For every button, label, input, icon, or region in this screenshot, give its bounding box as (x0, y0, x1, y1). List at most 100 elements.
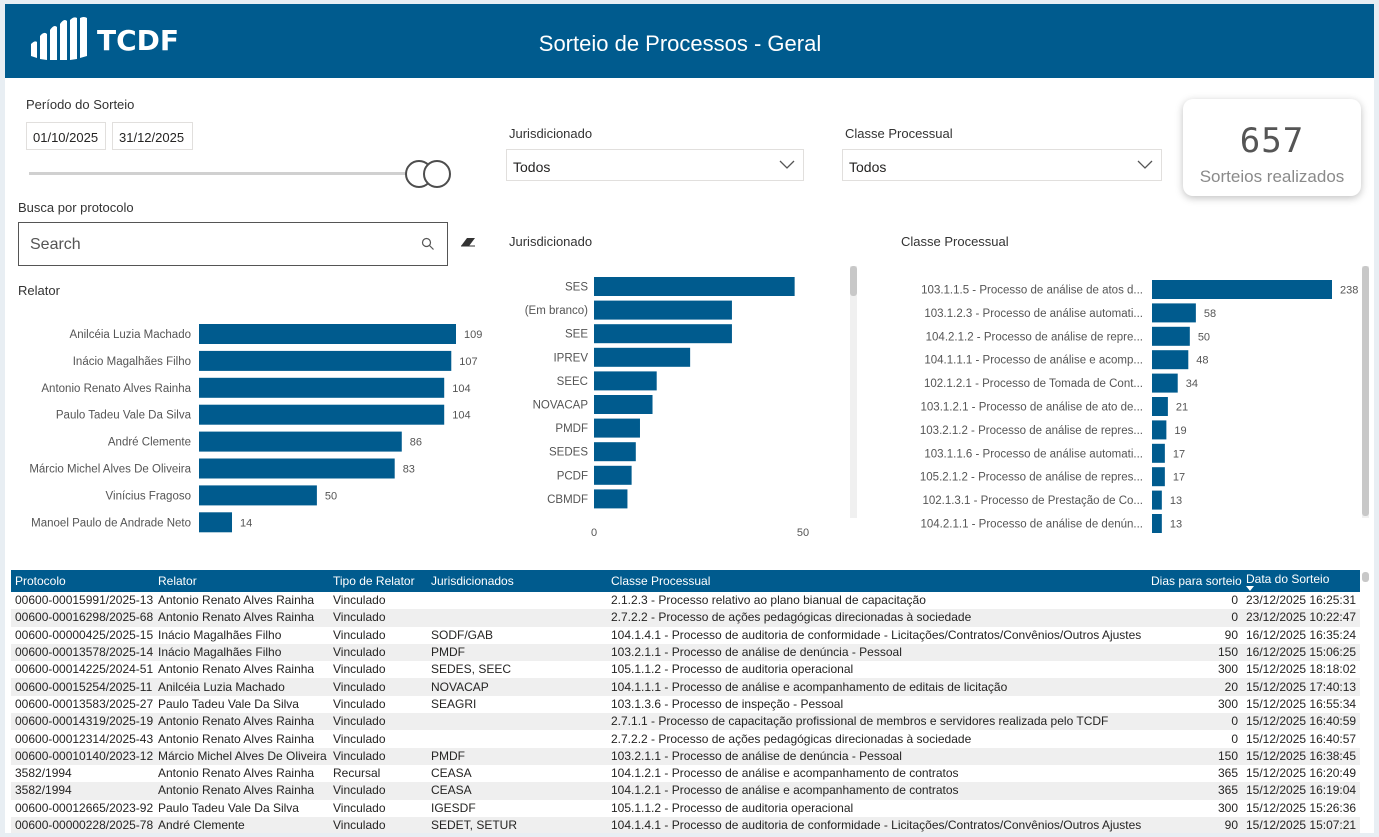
bar[interactable] (199, 404, 445, 425)
bar[interactable] (594, 442, 636, 462)
table-row[interactable]: 00600-00012314/2025-43 Antonio Renato Alv… (11, 730, 1360, 747)
table-row[interactable]: 3582/1994 Antonio Renato Alves Rainha Recu… (11, 765, 1360, 782)
bar[interactable] (1152, 350, 1189, 370)
category-label: NOVACAP (533, 400, 589, 412)
cell-relator: André Clemente (154, 816, 329, 833)
table-row[interactable]: 3582/1994 Antonio Renato Alves Rainha Vinc… (11, 782, 1360, 800)
cell-data: 15/12/2025 16:55:34 (1246, 696, 1357, 711)
classe-dropdown[interactable]: Todos (842, 149, 1162, 181)
bar[interactable] (1152, 373, 1178, 393)
column-header-tipo-relator[interactable]: Tipo de Relator (329, 570, 427, 592)
period-slider-track[interactable] (29, 172, 429, 175)
cell-data: 15/12/2025 16:19:04 (1242, 782, 1360, 800)
bar[interactable] (1152, 303, 1196, 323)
data-label: 109 (464, 329, 482, 341)
cell-protocolo: 00600-00000425/2025-15 (15, 627, 154, 642)
bar[interactable] (199, 431, 402, 452)
bar[interactable] (199, 458, 395, 479)
bar[interactable] (1152, 443, 1165, 463)
cell-classe: 103.2.1.1 - Processo de análise de denún… (607, 747, 1147, 765)
table-row[interactable]: 00600-00013578/2025-14 Inácio Magalhães F… (11, 643, 1360, 662)
table-row[interactable]: 00600-00014225/2024-51 Antonio Renato Alv… (11, 661, 1360, 678)
bar[interactable] (1152, 326, 1190, 346)
bar[interactable] (1152, 420, 1167, 440)
slider-end-handle[interactable] (423, 160, 451, 188)
cell-protocolo: 3582/1994 (11, 782, 154, 800)
table-row[interactable]: 00600-00010140/2023-12 Márcio Michel Alve… (11, 747, 1360, 765)
eraser-icon[interactable] (460, 236, 476, 248)
cell-jurisdicionados: IGESDF (431, 800, 476, 815)
bar[interactable] (594, 277, 795, 296)
bar[interactable] (594, 347, 691, 367)
bar[interactable] (594, 418, 640, 438)
cell-classe: 104.1.1.1 - Processo de análise e acompa… (607, 678, 1147, 696)
column-header-dias[interactable]: Dias para sorteio (1147, 570, 1242, 592)
classe-scrollbar-thumb[interactable] (1362, 266, 1369, 516)
bar[interactable] (199, 324, 456, 344)
table-row[interactable]: 00600-00013583/2025-27 Paulo Tadeu Vale D… (11, 696, 1360, 713)
data-label: 50 (325, 490, 337, 502)
bar[interactable] (594, 489, 628, 509)
table-scrollbar[interactable] (1362, 570, 1369, 833)
search-input[interactable]: Search (18, 222, 448, 266)
bar[interactable] (594, 371, 657, 391)
cell-relator: Antonio Renato Alves Rainha (158, 593, 315, 608)
category-label: 104.2.1.1 - Processo de análise de denún… (921, 519, 1144, 531)
table-row[interactable]: 00600-00016298/2025-68 Antonio Renato Alv… (11, 609, 1360, 627)
column-header-protocolo[interactable]: Protocolo (11, 570, 154, 592)
cell-relator: Inácio Magalhães Filho (158, 627, 282, 642)
cell-classe: 2.7.2.2 - Processo de ações pedagógicas … (611, 731, 972, 746)
cell-dias: 300 (1217, 662, 1238, 677)
kpi-value: 657 (1239, 121, 1305, 161)
cell-tipo-relator: Vinculado (329, 747, 427, 765)
bar[interactable] (199, 377, 445, 398)
bar[interactable] (594, 324, 732, 344)
cell-data: 15/12/2025 15:07:21 (1242, 816, 1360, 833)
sort-desc-icon (1246, 586, 1254, 591)
bar[interactable] (594, 300, 732, 320)
category-label: 103.1.2.3 - Processo de análise automati… (924, 308, 1143, 320)
table-row[interactable]: 00600-00000425/2025-15 Inácio Magalhães F… (11, 627, 1360, 644)
data-label: 48 (1196, 355, 1208, 367)
table-row[interactable]: 00600-00012665/2023-92 Paulo Tadeu Vale D… (11, 800, 1360, 817)
table-row[interactable]: 00600-00000228/2025-78 André Clemente Vinc… (11, 816, 1360, 833)
table-row[interactable]: 00600-00015254/2025-11 Anilcéia Luzia Mac… (11, 678, 1360, 696)
bar[interactable] (1152, 397, 1168, 416)
column-header-relator[interactable]: Relator (154, 570, 329, 592)
category-label: IPREV (553, 352, 588, 364)
jurisdicionado-scrollbar[interactable] (850, 266, 857, 518)
bar[interactable] (1152, 490, 1162, 510)
cell-protocolo: 00600-00014319/2025-19 (11, 713, 154, 731)
date-start-input[interactable]: 01/10/2025 (26, 122, 106, 150)
bar[interactable] (1152, 280, 1332, 299)
bar[interactable] (199, 350, 452, 371)
jurisdicionado-dropdown[interactable]: Todos (506, 149, 804, 181)
date-end-input[interactable]: 31/12/2025 (112, 122, 193, 150)
cell-classe: 104.1.4.1 - Processo de auditoria de con… (607, 816, 1147, 833)
cell-jurisdicionados (427, 730, 607, 747)
category-label: 102.1.3.1 - Processo de Prestação de Co.… (922, 495, 1143, 507)
column-header-jurisdicionados[interactable]: Jurisdicionados (427, 570, 607, 592)
cell-jurisdicionados: SEDES, SEEC (431, 662, 512, 677)
bar[interactable] (199, 512, 233, 533)
table-row[interactable]: 00600-00014319/2025-19 Antonio Renato Alv… (11, 713, 1360, 731)
report-canvas: TCDF Sorteio de Processos - Geral Períod… (5, 4, 1374, 833)
table-scrollbar-thumb[interactable] (1362, 572, 1369, 582)
bar[interactable] (199, 485, 317, 506)
bar[interactable] (1152, 467, 1165, 487)
bar[interactable] (594, 395, 653, 414)
cell-relator: Antonio Renato Alves Rainha (158, 662, 315, 677)
bar[interactable] (1152, 514, 1162, 533)
table-row[interactable]: 00600-00015991/2025-13 Antonio Renato Alv… (11, 592, 1360, 609)
jurisdicionado-scrollbar-thumb[interactable] (850, 266, 857, 296)
column-header-classe[interactable]: Classe Processual (607, 570, 1147, 592)
cell-dias: 365 (1217, 766, 1238, 781)
search-icon[interactable] (421, 237, 435, 251)
search-placeholder: Search (30, 236, 81, 253)
category-label: 105.2.1.2 - Processo de análise de repre… (920, 472, 1143, 484)
cell-tipo-relator: Vinculado (329, 816, 427, 833)
classe-scrollbar[interactable] (1362, 266, 1369, 518)
cell-tipo-relator: Vinculado (333, 800, 386, 815)
bar[interactable] (594, 465, 632, 485)
column-header-data[interactable]: Data do Sorteio (1242, 570, 1360, 592)
